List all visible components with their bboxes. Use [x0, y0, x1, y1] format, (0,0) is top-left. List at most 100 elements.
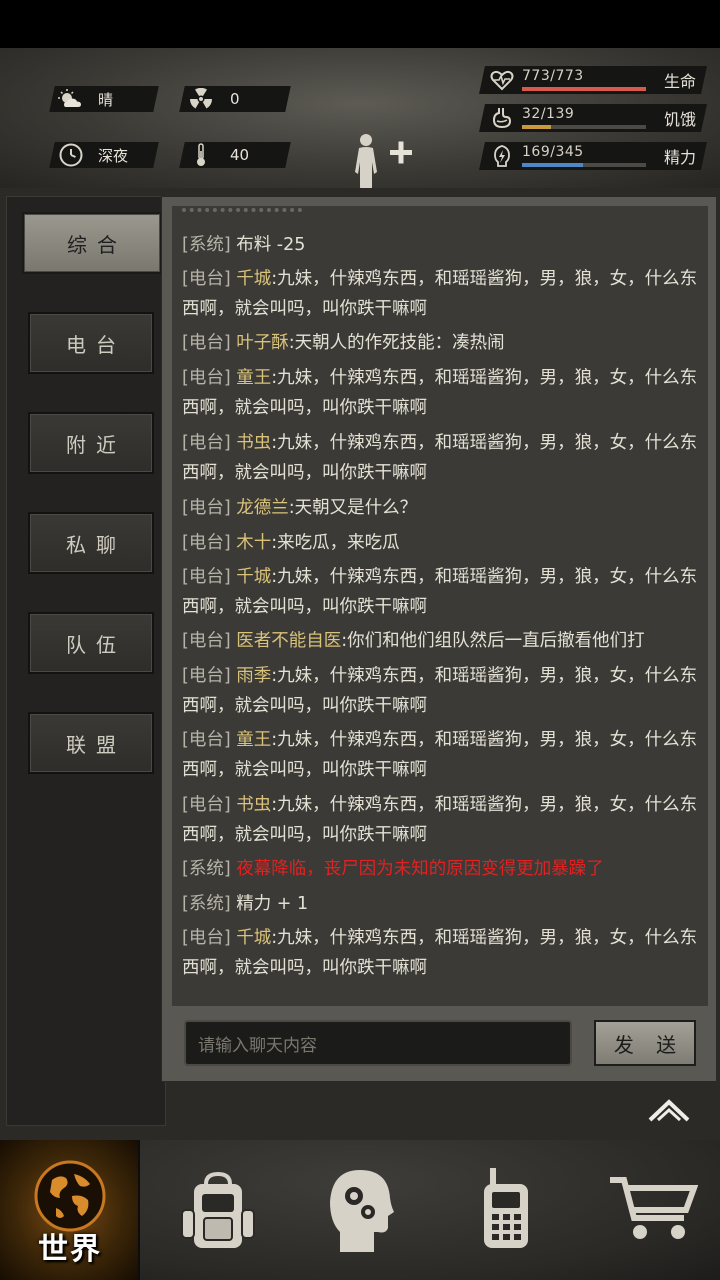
message-text: :你们和他们组队然后一直后撤看他们打 — [341, 631, 645, 651]
message-channel-tag: [电台] — [182, 730, 237, 750]
tab-nearby[interactable]: 附近 — [28, 412, 154, 474]
tab-radio[interactable]: 电台 — [28, 312, 154, 374]
health-bar — [522, 87, 646, 91]
message-channel-tag: [电台] — [182, 333, 237, 353]
radio-icon — [476, 1166, 536, 1254]
chat-message: [电台] 医者不能自医:你们和他们组队然后一直后撤看他们打 — [182, 626, 698, 656]
nav-shop[interactable] — [576, 1140, 720, 1280]
chat-input-row: 请输入聊天内容 发 送 — [184, 1020, 696, 1068]
collapse-chevron-icon[interactable] — [646, 1094, 692, 1124]
chat-message: [电台] 千城:九妹，什辣鸡东西，和瑶瑶酱狗，男，狼，女，什么东西啊，就会叫吗，… — [182, 264, 698, 324]
hunger-bar — [522, 125, 551, 129]
send-button[interactable]: 发 送 — [594, 1020, 696, 1066]
partly-sunny-icon — [58, 86, 84, 112]
message-sender-name[interactable]: 童王 — [236, 730, 271, 750]
energy-stat: 169/345 精力 — [479, 142, 712, 170]
message-sender-name[interactable]: 书虫 — [236, 433, 271, 453]
status-panel: 晴 0 深夜 40 773/773 生命 32/139 饥饿 169/345 精… — [0, 48, 720, 216]
chat-message: [电台] 雨季:九妹，什辣鸡东西，和瑶瑶酱狗，男，狼，女，什么东西啊，就会叫吗，… — [182, 661, 698, 721]
message-sender-name[interactable]: 书虫 — [236, 795, 271, 815]
message-text: :天朝又是什么？ — [288, 498, 418, 518]
chat-message: [系统] 布料 -25 — [182, 230, 698, 260]
message-channel-tag: [电台] — [182, 368, 237, 388]
chat-message: [电台] 千城:九妹，什辣鸡东西，和瑶瑶酱狗，男，狼，女，什么东西啊，就会叫吗，… — [182, 923, 698, 983]
message-channel-tag: [电台] — [182, 433, 237, 453]
radiation-value: 0 — [230, 90, 240, 108]
tab-private[interactable]: 私聊 — [28, 512, 154, 574]
hunger-label: 饥饿 — [663, 110, 696, 129]
chat-message: [电台] 叶子酥:天朝人的作死技能：凑热闹 — [182, 328, 698, 358]
time-chip: 深夜 — [49, 142, 159, 168]
hunger-stat: 32/139 饥饿 — [479, 104, 712, 132]
message-text: 布料 -25 — [236, 235, 306, 255]
message-text: :天朝人的作死技能：凑热闹 — [288, 333, 505, 353]
chat-message: [电台] 书虫:九妹，什辣鸡东西，和瑶瑶酱狗，男，狼，女，什么东西啊，就会叫吗，… — [182, 790, 698, 850]
message-sender-name[interactable]: 医者不能自医 — [236, 631, 341, 651]
nav-backpack[interactable] — [144, 1140, 288, 1280]
chat-message: [电台] 书虫:九妹，什辣鸡东西，和瑶瑶酱狗，男，狼，女，什么东西啊，就会叫吗，… — [182, 428, 698, 488]
bottom-nav: 世界 — [0, 1140, 720, 1280]
chat-message: [电台] 龙德兰:天朝又是什么？ — [182, 493, 698, 523]
nav-world[interactable]: 世界 — [0, 1140, 140, 1280]
temperature-chip: 40 — [179, 142, 291, 168]
message-channel-tag: [系统] — [182, 859, 237, 879]
message-channel-tag: [电台] — [182, 533, 237, 553]
chat-message: [电台] 童王:九妹，什辣鸡东西，和瑶瑶酱狗，男，狼，女，什么东西啊，就会叫吗，… — [182, 725, 698, 785]
energy-value: 169/345 — [522, 144, 584, 160]
health-value: 773/773 — [522, 68, 584, 84]
hunger-value: 32/139 — [522, 106, 575, 122]
nav-world-label: 世界 — [38, 1232, 102, 1267]
energy-label: 精力 — [663, 148, 696, 167]
energy-bar — [522, 163, 583, 167]
chat-message: [电台] 千城:九妹，什辣鸡东西，和瑶瑶酱狗，男，狼，女，什么东西啊，就会叫吗，… — [182, 562, 698, 622]
nav-skills[interactable] — [288, 1140, 432, 1280]
message-sender-name[interactable]: 千城 — [236, 269, 271, 289]
message-sender-name[interactable]: 千城 — [236, 567, 271, 587]
message-channel-tag: [电台] — [182, 631, 237, 651]
message-text: 精力 + 1 — [236, 894, 309, 914]
message-channel-tag: [系统] — [182, 235, 237, 255]
message-channel-tag: [电台] — [182, 269, 237, 289]
cart-icon — [608, 1174, 699, 1248]
weather-chip: 晴 — [49, 86, 159, 112]
cut-off-line — [182, 206, 302, 212]
health-label: 生命 — [663, 72, 696, 91]
chat-message: [电台] 童王:九妹，什辣鸡东西，和瑶瑶酱狗，男，狼，女，什么东西啊，就会叫吗，… — [182, 363, 698, 423]
message-channel-tag: [电台] — [182, 498, 237, 518]
chat-message: [电台] 木十:来吃瓜，来吃瓜 — [182, 528, 698, 558]
clock-icon — [58, 142, 84, 168]
backpack-icon — [178, 1170, 258, 1258]
top-black-bar — [0, 0, 720, 48]
tab-general[interactable]: 综合 — [22, 212, 162, 274]
thermometer-icon — [188, 142, 214, 168]
message-text: :来吃瓜，来吃瓜 — [271, 533, 400, 553]
skills-head-icon — [326, 1166, 396, 1260]
radiation-icon — [188, 86, 214, 112]
temperature-value: 40 — [230, 146, 250, 164]
tab-team[interactable]: 队伍 — [28, 612, 154, 674]
message-channel-tag: [电台] — [182, 567, 237, 587]
nav-radio[interactable] — [432, 1140, 576, 1280]
plus-icon — [390, 141, 412, 164]
time-of-day: 深夜 — [98, 146, 129, 165]
message-channel-tag: [电台] — [182, 928, 237, 948]
stomach-icon — [490, 106, 514, 130]
message-sender-name[interactable]: 千城 — [236, 928, 271, 948]
message-sender-name[interactable]: 叶子酥 — [236, 333, 289, 353]
message-channel-tag: [电台] — [182, 795, 237, 815]
message-sender-name[interactable]: 龙德兰 — [236, 498, 289, 518]
message-channel-tag: [电台] — [182, 666, 237, 686]
chat-message: [系统] 精力 + 1 — [182, 889, 698, 919]
chat-input[interactable]: 请输入聊天内容 — [184, 1020, 572, 1066]
message-sender-name[interactable]: 木十 — [236, 533, 271, 553]
message-channel-tag: [系统] — [182, 894, 237, 914]
message-sender-name[interactable]: 雨季 — [236, 666, 271, 686]
chat-message: [系统] 夜幕降临，丧尸因为未知的原因变得更加暴躁了 — [182, 854, 698, 884]
chat-log[interactable]: [系统] 布料 -25 [电台] 千城:九妹，什辣鸡东西，和瑶瑶酱狗，男，狼，女，… — [172, 206, 708, 1006]
tab-alliance[interactable]: 联盟 — [28, 712, 154, 774]
radiation-chip: 0 — [179, 86, 291, 112]
health-stat: 773/773 生命 — [479, 66, 712, 94]
energy-icon — [490, 144, 514, 168]
message-sender-name[interactable]: 童王 — [236, 368, 271, 388]
heart-icon — [490, 68, 514, 92]
